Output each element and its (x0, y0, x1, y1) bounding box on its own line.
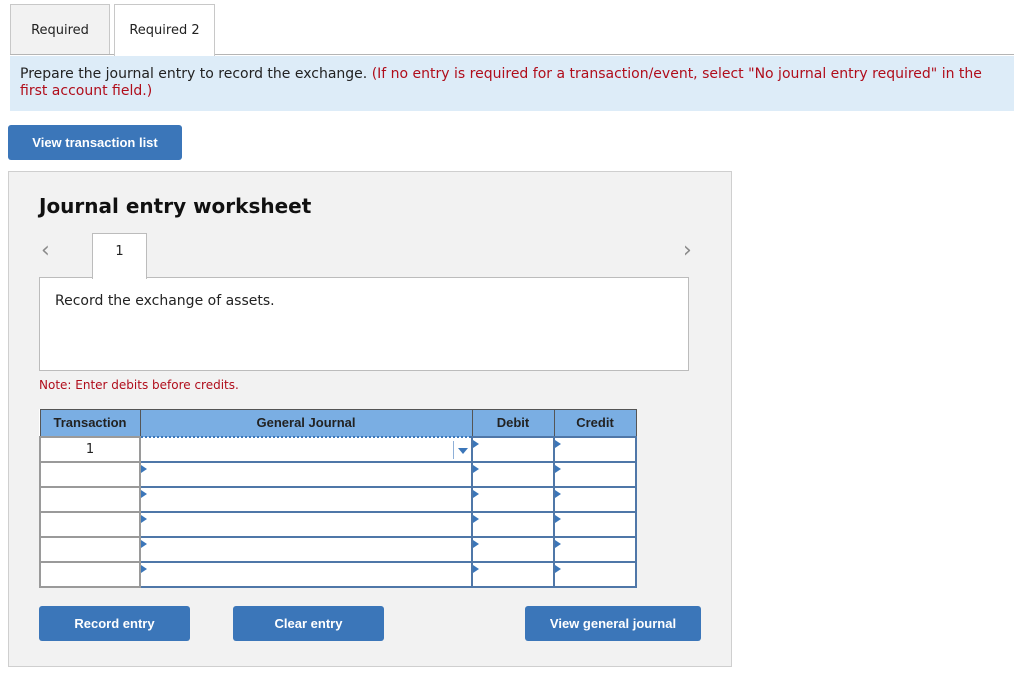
credit-input[interactable] (553, 560, 637, 588)
input-marker-icon (141, 539, 147, 548)
transaction-cell (39, 510, 141, 538)
clear-entry-button[interactable]: Clear entry (233, 606, 384, 641)
instructions-banner: Prepare the journal entry to record the … (10, 56, 1014, 111)
debit-input[interactable] (471, 485, 555, 513)
table-row (39, 535, 637, 563)
input-marker-icon (555, 439, 561, 448)
table-row: 1 (39, 435, 637, 463)
record-entry-button[interactable]: Record entry (39, 606, 190, 641)
debit-input[interactable] (471, 510, 555, 538)
column-header-debit: Debit (471, 409, 555, 437)
entry-tab-1[interactable]: 1 (92, 233, 147, 279)
credit-input[interactable] (553, 510, 637, 538)
journal-entry-worksheet: Journal entry worksheet ‹ › 1 Record the… (8, 171, 732, 667)
view-transaction-list-button[interactable]: View transaction list (8, 125, 182, 160)
table-row (39, 485, 637, 513)
input-marker-icon (473, 514, 479, 523)
input-marker-icon (141, 464, 147, 473)
debits-note: Note: Enter debits before credits. (39, 378, 239, 392)
requirement-tabs: Required 1 Required 2 (10, 4, 215, 89)
dropdown-caret-icon[interactable] (453, 440, 471, 459)
input-marker-icon (473, 564, 479, 573)
debit-input[interactable] (471, 560, 555, 588)
account-select[interactable] (139, 560, 473, 588)
instructions-text: Prepare the journal entry to record the … (20, 66, 372, 82)
table-row (39, 460, 637, 488)
account-select[interactable] (139, 510, 473, 538)
debit-input[interactable] (471, 535, 555, 563)
input-marker-icon (555, 564, 561, 573)
chevron-right-icon[interactable]: › (683, 238, 692, 263)
input-marker-icon (555, 514, 561, 523)
credit-input[interactable] (553, 460, 637, 488)
worksheet-title: Journal entry worksheet (39, 194, 312, 218)
column-header-credit: Credit (553, 409, 637, 437)
account-select[interactable] (139, 535, 473, 563)
column-header-general-journal: General Journal (139, 409, 473, 437)
chevron-left-icon[interactable]: ‹ (41, 238, 50, 263)
input-marker-icon (141, 489, 147, 498)
transaction-cell (39, 485, 141, 513)
transaction-cell: 1 (39, 435, 141, 463)
journal-table: Transaction General Journal Debit Credit… (39, 409, 637, 588)
debit-input[interactable] (471, 460, 555, 488)
debit-input[interactable] (471, 435, 555, 463)
tab-required-2[interactable]: Required 2 (114, 4, 215, 56)
input-marker-icon (473, 439, 479, 448)
tab-required-1[interactable]: Required 1 (10, 4, 110, 89)
account-select[interactable] (139, 485, 473, 513)
credit-input[interactable] (553, 535, 637, 563)
transaction-cell (39, 535, 141, 563)
account-select[interactable] (139, 435, 473, 463)
table-row (39, 560, 637, 588)
input-marker-icon (555, 464, 561, 473)
journal-header-row: Transaction General Journal Debit Credit (39, 409, 637, 437)
input-marker-icon (473, 464, 479, 473)
credit-input[interactable] (553, 485, 637, 513)
transaction-cell (39, 560, 141, 588)
credit-input[interactable] (553, 435, 637, 463)
input-marker-icon (473, 489, 479, 498)
input-marker-icon (473, 539, 479, 548)
input-marker-icon (555, 489, 561, 498)
view-general-journal-button[interactable]: View general journal (525, 606, 701, 641)
input-marker-icon (141, 514, 147, 523)
column-header-transaction: Transaction (39, 409, 141, 437)
account-select[interactable] (139, 460, 473, 488)
transaction-cell (39, 460, 141, 488)
input-marker-icon (555, 539, 561, 548)
table-row (39, 510, 637, 538)
input-marker-icon (141, 564, 147, 573)
entry-description: Record the exchange of assets. (39, 277, 689, 371)
